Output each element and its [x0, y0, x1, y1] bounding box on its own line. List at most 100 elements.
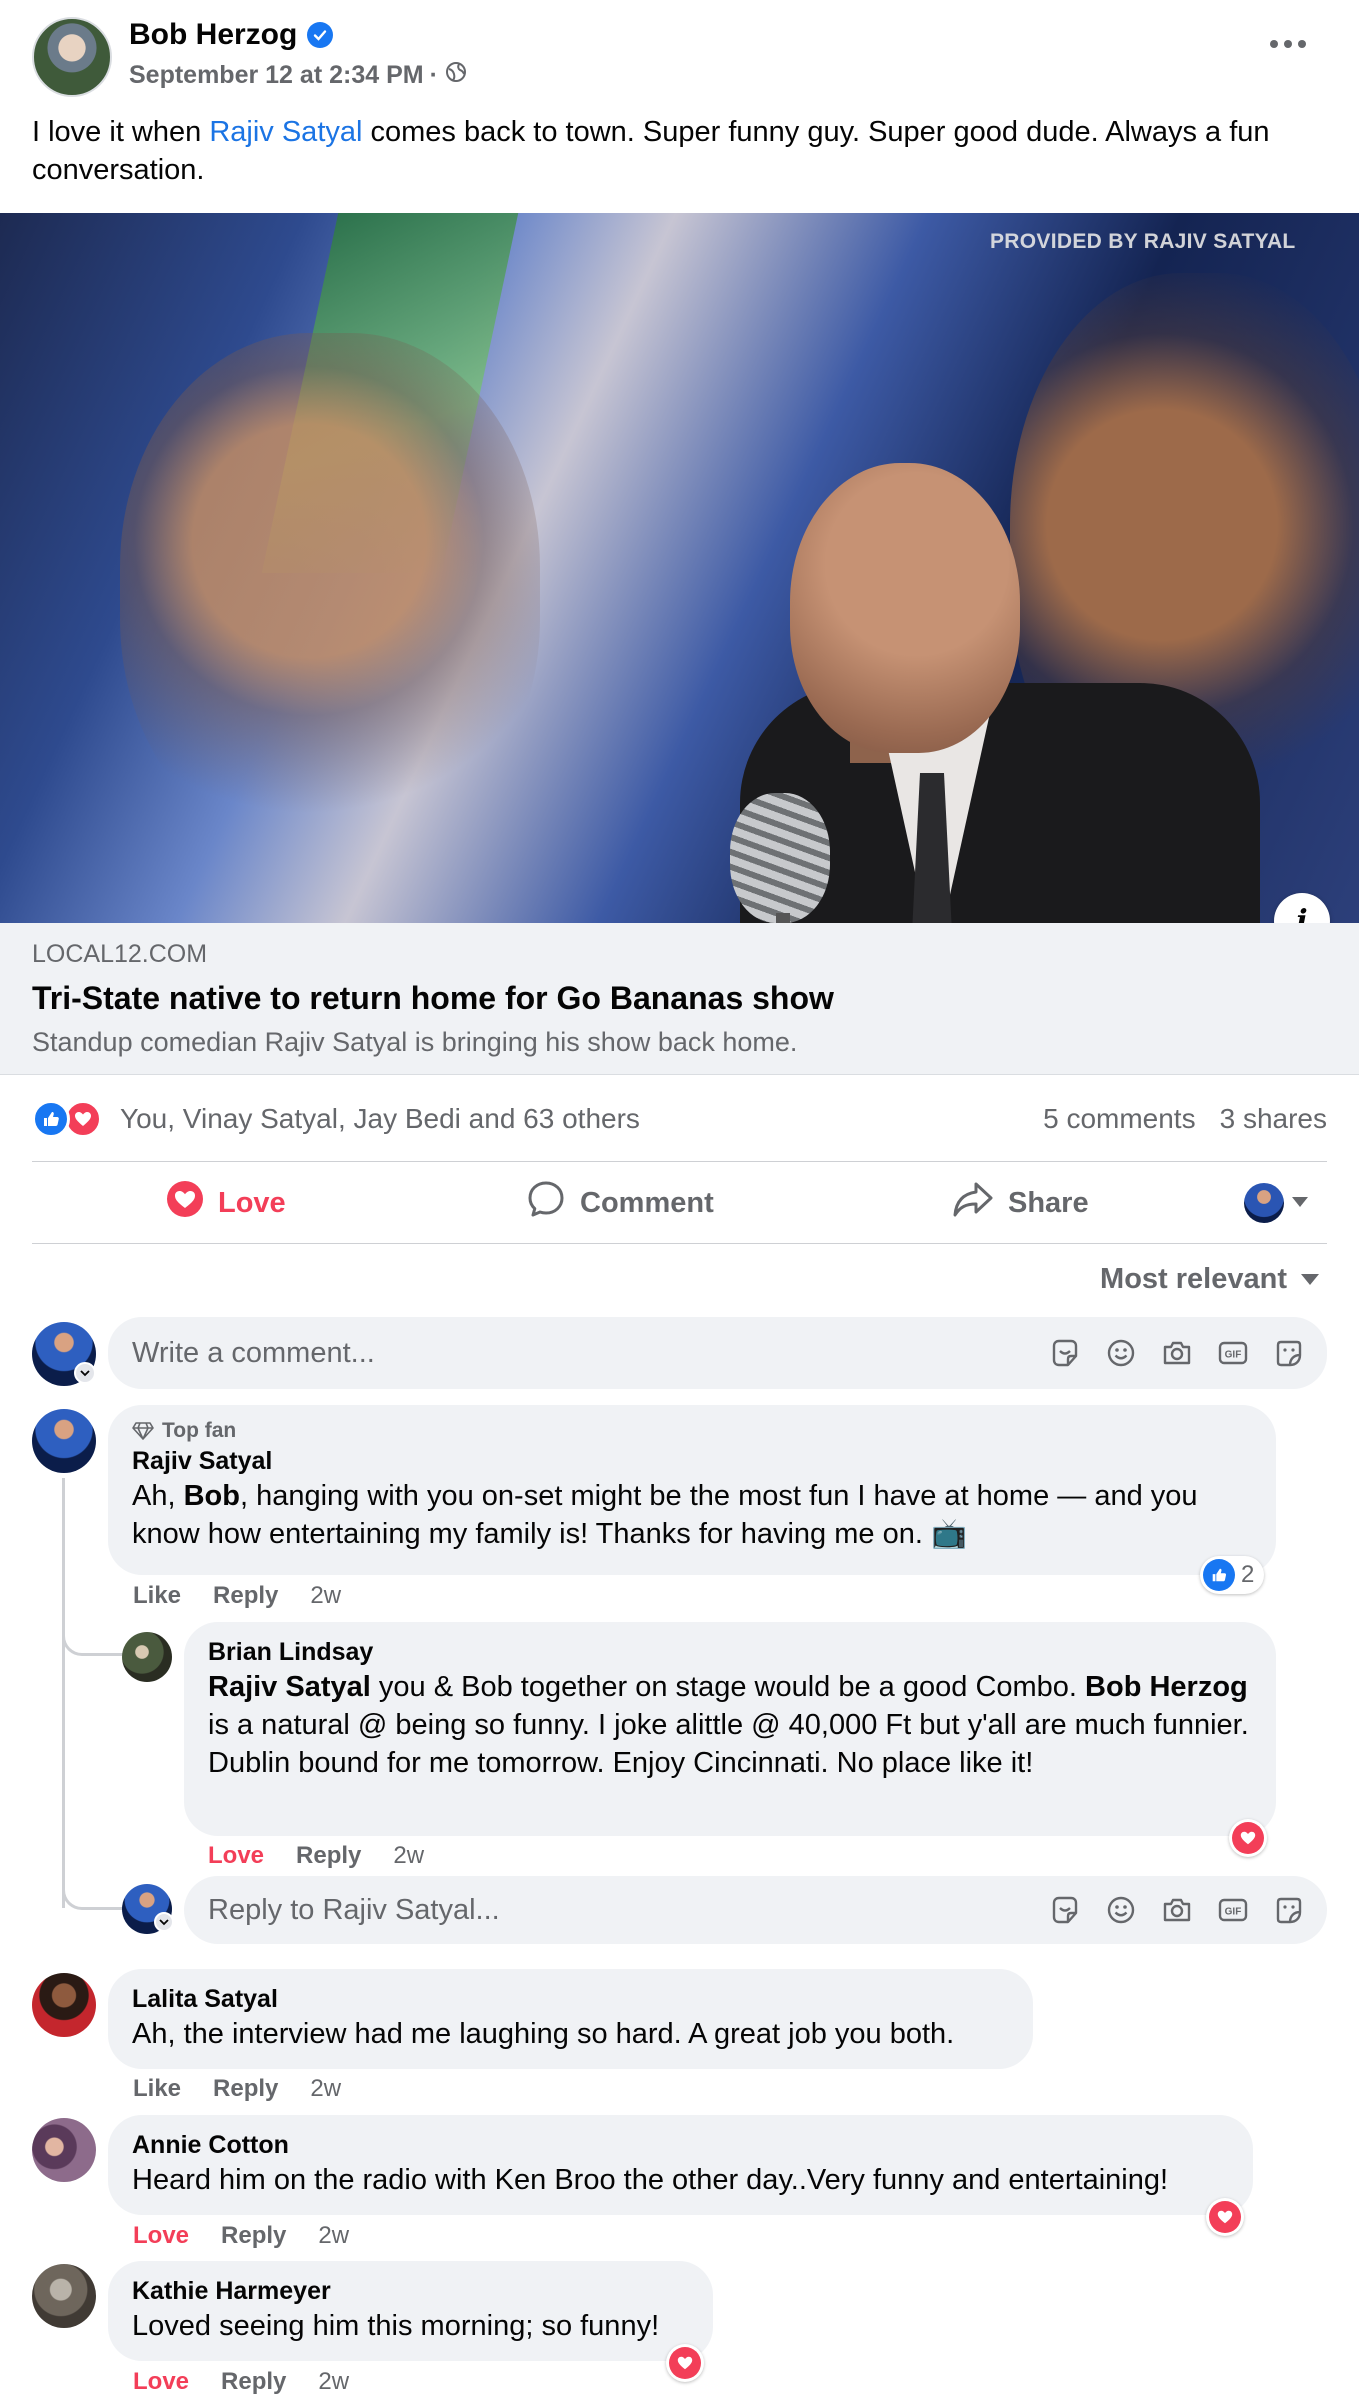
comment-mention[interactable]: Bob Herzog [1085, 1671, 1248, 1703]
sticker-icon[interactable] [1049, 1337, 1081, 1369]
link-description[interactable]: Standup comedian Rajiv Satyal is bringin… [32, 1027, 797, 1058]
sticker-icon[interactable] [1273, 1894, 1305, 1926]
avatar[interactable] [122, 1632, 172, 1682]
svg-text:GIF: GIF [1225, 1350, 1242, 1361]
like-action[interactable]: Like [133, 1582, 181, 1610]
link-title[interactable]: Tri-State native to return home for Go B… [32, 980, 834, 1017]
comment-text: Ah, Bob, hanging with you on-set might b… [132, 1477, 1252, 1553]
reaction-count: 2 [1241, 1561, 1255, 1588]
comment-timestamp[interactable]: 2w [318, 2368, 349, 2396]
comment-text-part: , hanging with you on-set might be the m… [132, 1480, 1198, 1550]
comment-bubble: Brian Lindsay Rajiv Satyal you & Bob tog… [184, 1622, 1276, 1836]
post-author[interactable]: Bob Herzog [129, 18, 334, 52]
like-action[interactable]: Like [133, 2075, 181, 2103]
reply-action[interactable]: Reply [221, 2368, 286, 2396]
avatar[interactable] [1244, 1183, 1284, 1223]
comment-text: Ah, the interview had me laughing so har… [132, 2018, 955, 2050]
comment-input[interactable]: Write a comment... GIF [108, 1317, 1327, 1389]
comment-actions: Love Reply 2w [208, 1842, 424, 1870]
gif-icon[interactable]: GIF [1217, 1894, 1249, 1926]
comment-button[interactable]: Comment [526, 1180, 714, 1226]
top-fan-label: Top fan [162, 1419, 237, 1442]
sticker-icon[interactable] [1273, 1337, 1305, 1369]
caret-down-icon[interactable] [154, 1912, 174, 1932]
reaction-icons[interactable] [32, 1100, 102, 1138]
caret-down-icon[interactable] [74, 1362, 96, 1384]
like-reaction-icon [32, 1100, 70, 1138]
share-button[interactable]: Share [952, 1180, 1089, 1226]
comment-text-part: Ah, [132, 1480, 184, 1512]
svg-text:GIF: GIF [1225, 1907, 1242, 1918]
comment-reaction-badge[interactable] [1206, 2198, 1244, 2236]
comment-actions: Love Reply 2w [133, 2222, 349, 2250]
divider [32, 1161, 1327, 1162]
link-domain[interactable]: LOCAL12.COM [32, 940, 207, 969]
commenter-name[interactable]: Brian Lindsay [208, 1636, 1252, 1668]
comment-timestamp[interactable]: 2w [393, 1842, 424, 1870]
comment-bubble: Top fan Rajiv Satyal Ah, Bob, hanging wi… [108, 1405, 1276, 1575]
comment-text-part: is a natural @ being so funny. I joke al… [208, 1709, 1249, 1779]
avatar[interactable] [32, 2118, 96, 2182]
verified-badge-icon [307, 22, 334, 48]
comment-button-label: Comment [580, 1186, 714, 1219]
share-button-label: Share [1008, 1186, 1089, 1219]
post-timestamp[interactable]: September 12 at 2:34 PM [129, 61, 424, 90]
comment-icon [526, 1179, 566, 1227]
comment-sort-dropdown[interactable]: Most relevant [1100, 1263, 1319, 1296]
caret-down-icon[interactable] [1292, 1197, 1308, 1207]
comment-text: Loved seeing him this morning; so funny! [132, 2310, 660, 2342]
emoji-icon[interactable] [1105, 1337, 1137, 1369]
love-action[interactable]: Love [208, 1842, 264, 1870]
reaction-names[interactable]: You, Vinay Satyal, Jay Bedi and 63 other… [120, 1103, 640, 1135]
avatar[interactable] [32, 1973, 96, 2037]
sticker-icon[interactable] [1049, 1894, 1081, 1926]
gif-icon[interactable]: GIF [1217, 1337, 1249, 1369]
camera-icon[interactable] [1161, 1894, 1193, 1926]
love-button-label: Love [218, 1186, 286, 1219]
comment-timestamp[interactable]: 2w [310, 2075, 341, 2103]
author-name[interactable]: Bob Herzog [129, 18, 297, 52]
more-options-icon[interactable] [1270, 34, 1310, 54]
comment-reaction-badge[interactable]: 2 [1200, 1556, 1265, 1594]
commenter-name[interactable]: Kathie Harmeyer [132, 2275, 689, 2307]
comment-mention[interactable]: Rajiv Satyal [208, 1671, 371, 1703]
avatar[interactable] [32, 1409, 96, 1473]
commenter-name[interactable]: Annie Cotton [132, 2129, 1229, 2161]
author-avatar[interactable] [32, 17, 112, 97]
thread-connector [62, 1608, 124, 1656]
shares-count[interactable]: 3 shares [1220, 1103, 1327, 1135]
divider [32, 1243, 1327, 1244]
comment-timestamp[interactable]: 2w [318, 2222, 349, 2250]
emoji-icon[interactable] [1105, 1894, 1137, 1926]
like-reaction-icon [1203, 1559, 1235, 1591]
post-meta: September 12 at 2:34 PM · [129, 60, 468, 91]
post-text: I love it when Rajiv Satyal comes back t… [32, 113, 1332, 189]
love-action[interactable]: Love [133, 2222, 189, 2250]
comment-reaction-badge[interactable] [1229, 1819, 1267, 1857]
reply-action[interactable]: Reply [296, 1842, 361, 1870]
love-button[interactable]: Love [166, 1180, 286, 1226]
link-preview-image[interactable]: PROVIDED BY RAJIV SATYAL [0, 213, 1359, 923]
comment-text-part: you & Bob together on stage would be a g… [370, 1671, 1086, 1703]
comment-mention[interactable]: Bob [184, 1480, 240, 1512]
post-mention[interactable]: Rajiv Satyal [209, 116, 362, 148]
comment-placeholder: Write a comment... [132, 1336, 375, 1369]
sort-label: Most relevant [1100, 1263, 1287, 1295]
commenter-name[interactable]: Rajiv Satyal [132, 1445, 1252, 1477]
love-action[interactable]: Love [133, 2368, 189, 2396]
comments-count[interactable]: 5 comments [1043, 1103, 1196, 1135]
comment-actions: Love Reply 2w [133, 2368, 349, 2396]
globe-icon [444, 60, 468, 91]
camera-icon[interactable] [1161, 1337, 1193, 1369]
reply-action[interactable]: Reply [213, 2075, 278, 2103]
reply-action[interactable]: Reply [221, 2222, 286, 2250]
caret-down-icon [1301, 1274, 1319, 1285]
reply-input[interactable]: Reply to Rajiv Satyal... GIF [184, 1876, 1327, 1944]
commenter-name[interactable]: Lalita Satyal [132, 1983, 1009, 2015]
thread-line [62, 1478, 65, 1908]
avatar[interactable] [32, 2264, 96, 2328]
comment-timestamp[interactable]: 2w [310, 1582, 341, 1610]
comment-reaction-badge[interactable] [666, 2344, 704, 2382]
reply-action[interactable]: Reply [213, 1582, 278, 1610]
meta-separator: · [429, 61, 438, 89]
